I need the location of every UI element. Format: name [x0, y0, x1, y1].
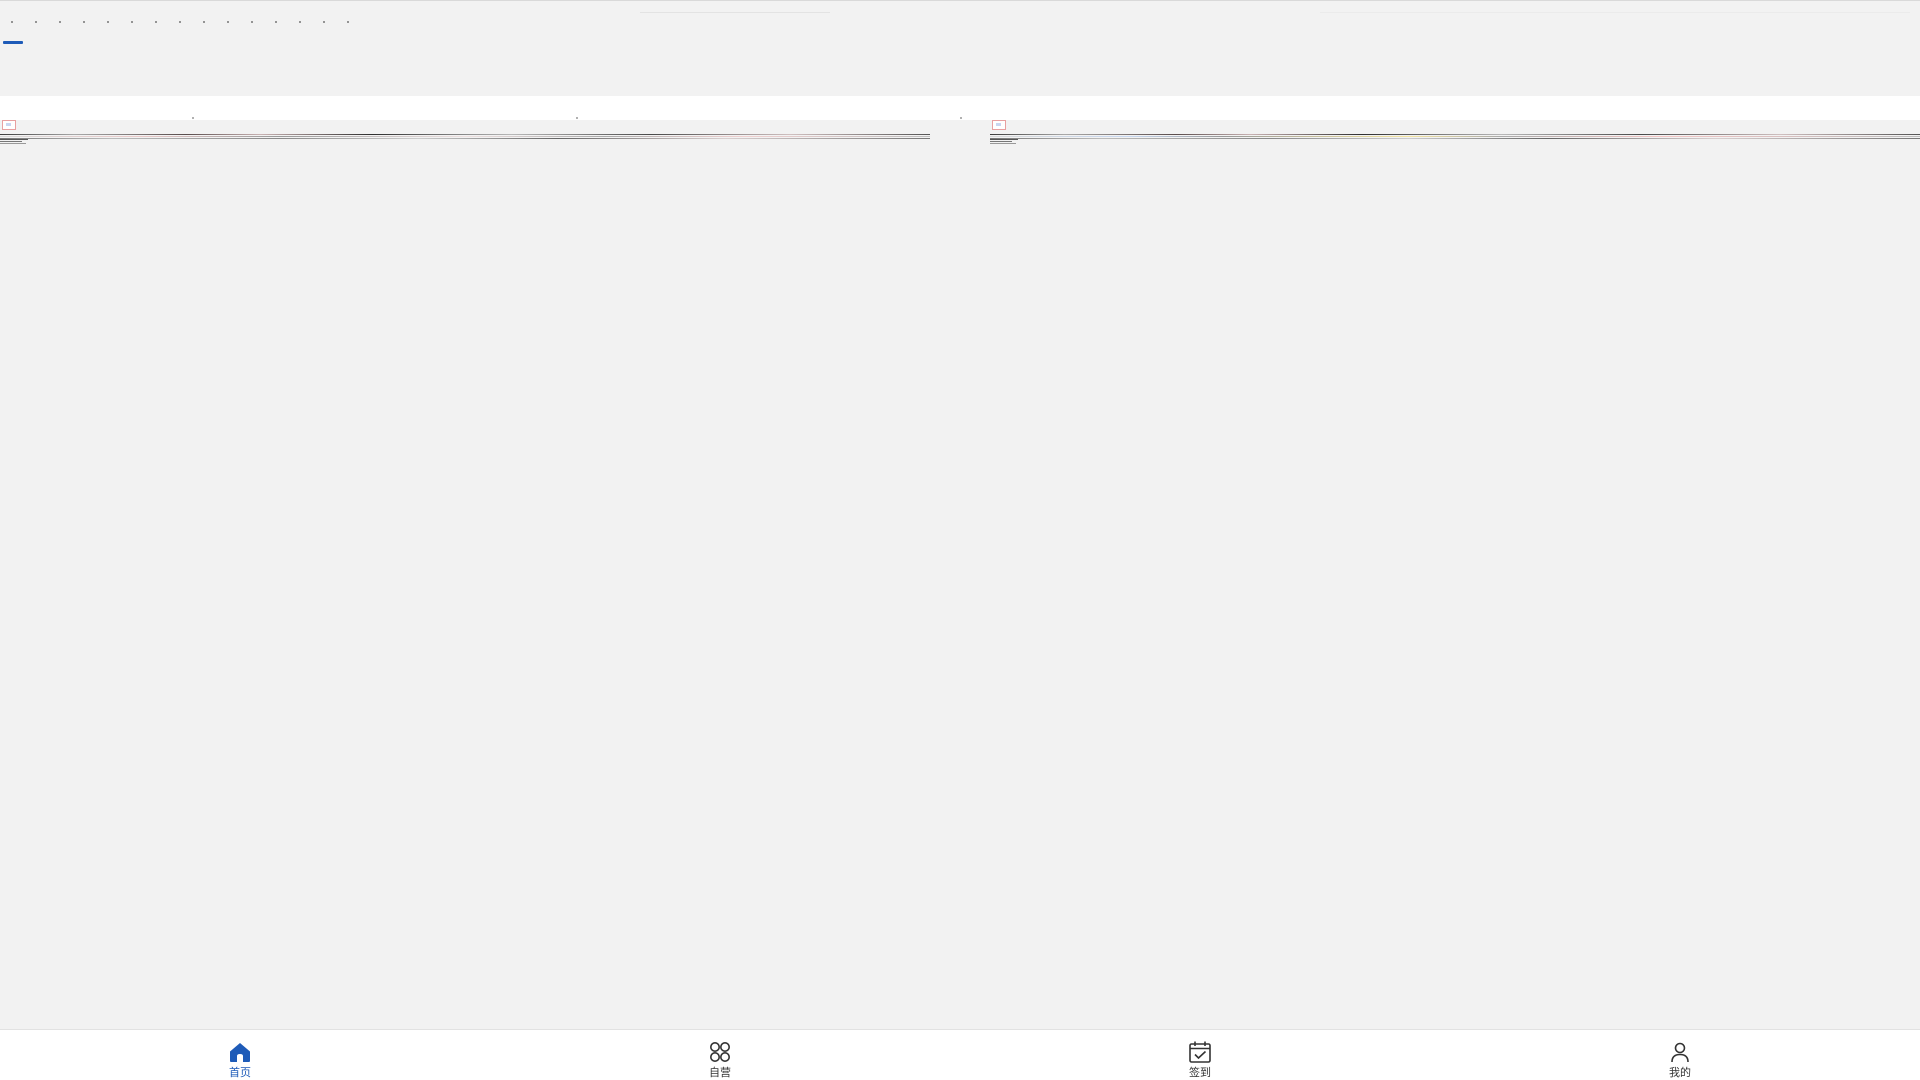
card-text — [990, 139, 1020, 144]
category-tab[interactable] — [296, 18, 320, 26]
category-tab[interactable] — [344, 18, 368, 26]
card-thumbnail — [2, 120, 16, 130]
tab-self-operated[interactable]: 自营 — [480, 1030, 960, 1080]
tab-marker — [131, 21, 133, 23]
top-divider — [0, 0, 1920, 1]
user-icon — [1671, 1042, 1689, 1063]
tab-marker — [155, 21, 157, 23]
home-icon — [230, 1043, 250, 1062]
tab-marker — [299, 21, 301, 23]
tab-marker — [203, 21, 205, 23]
app-root: 首页 自营 签到 我的 — [0, 0, 1920, 1080]
band-marker — [192, 117, 194, 119]
card-image-strip — [0, 138, 930, 139]
feed-card[interactable] — [0, 120, 930, 144]
card-image-strip — [990, 138, 1920, 139]
tab-mine-label: 我的 — [1669, 1066, 1691, 1079]
tab-marker — [83, 21, 85, 23]
apps-icon — [710, 1042, 730, 1062]
category-tab[interactable] — [56, 18, 80, 26]
category-tab[interactable] — [248, 18, 272, 26]
category-tab[interactable] — [128, 18, 152, 26]
category-tab[interactable] — [200, 18, 224, 26]
category-tab[interactable] — [32, 18, 56, 26]
tab-marker — [107, 21, 109, 23]
tab-home[interactable]: 首页 — [0, 1030, 480, 1080]
tab-marker — [275, 21, 277, 23]
category-tab[interactable] — [320, 18, 344, 26]
search-bar[interactable] — [640, 12, 830, 13]
tab-check-in[interactable]: 签到 — [960, 1030, 1440, 1080]
category-tab[interactable] — [224, 18, 248, 26]
active-tab-indicator — [3, 41, 23, 44]
category-tab[interactable] — [104, 18, 128, 26]
tab-marker — [35, 21, 37, 23]
band-marker — [960, 117, 962, 119]
tab-marker — [251, 21, 253, 23]
card-image-strip — [990, 134, 1920, 135]
band-marker — [576, 117, 578, 119]
calendar-check-icon — [1189, 1041, 1211, 1063]
card-image-strip — [0, 134, 930, 135]
category-tab[interactable] — [152, 18, 176, 26]
tab-marker — [347, 21, 349, 23]
category-tab[interactable] — [176, 18, 200, 26]
tab-mine[interactable]: 我的 — [1440, 1030, 1920, 1080]
tab-marker — [227, 21, 229, 23]
tab-marker — [11, 21, 13, 23]
tab-home-label: 首页 — [229, 1066, 251, 1079]
category-tab[interactable] — [80, 18, 104, 26]
card-thumbnail — [992, 120, 1006, 130]
card-image-strip — [0, 136, 930, 137]
tab-marker — [323, 21, 325, 23]
card-text — [0, 139, 30, 144]
feed-card[interactable] — [990, 120, 1920, 144]
tab-marker — [59, 21, 61, 23]
tab-self-operated-label: 自营 — [709, 1066, 731, 1079]
tab-check-in-label: 签到 — [1189, 1066, 1211, 1079]
bottom-tab-bar: 首页 自营 签到 我的 — [0, 1029, 1920, 1080]
category-tab[interactable] — [272, 18, 296, 26]
tab-marker — [179, 21, 181, 23]
category-tab[interactable] — [8, 18, 32, 26]
card-image-strip — [990, 136, 1920, 137]
category-tab-bar — [8, 18, 368, 26]
header-divider — [1320, 12, 1910, 13]
